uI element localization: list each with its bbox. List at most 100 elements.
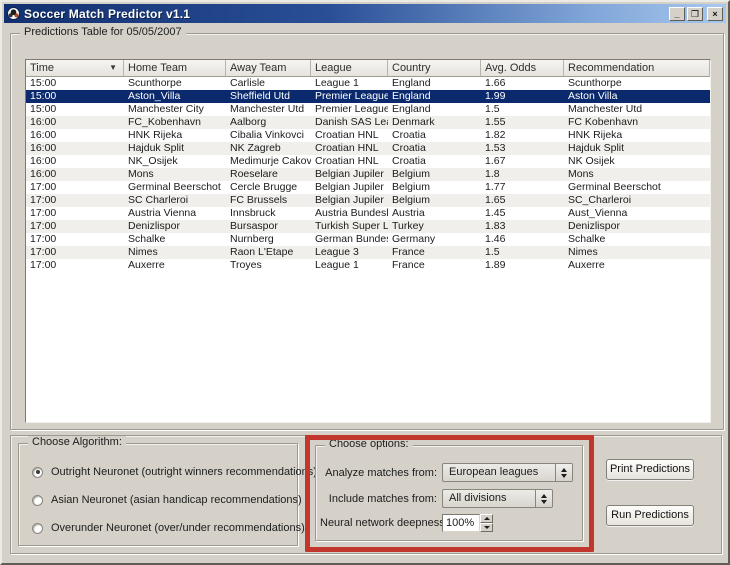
algorithm-group-title: Choose Algorithm: xyxy=(28,436,126,448)
table-cell: Belgium xyxy=(392,168,430,180)
predictions-table[interactable]: Time ▼ Home Team Away Team League Country Avg.… xyxy=(25,59,711,423)
column-header-league[interactable]: League xyxy=(311,60,388,77)
table-cell: FC Brussels xyxy=(230,194,288,206)
table-cell: Nimes xyxy=(568,246,598,258)
table-cell: Scunthorpe xyxy=(128,77,182,89)
table-cell: Belgian Jupiler xyxy=(315,194,384,206)
algorithm-radio-option[interactable]: Outright Neuronet (outright winners reco… xyxy=(32,465,317,479)
table-cell: Austria Vienna xyxy=(128,207,197,219)
table-cell: Roeselare xyxy=(230,168,278,180)
algorithm-radio-option[interactable]: Overunder Neuronet (over/under recommend… xyxy=(32,521,305,535)
predictions-group: Predictions Table for 05/05/2007 Time ▼ Ho… xyxy=(10,26,724,430)
table-row[interactable]: 17:00 Germinal Beerschot Cercle Brugge Belg… xyxy=(26,181,710,194)
table-cell: Aalborg xyxy=(230,116,267,128)
table-cell: 1.99 xyxy=(485,90,506,102)
table-row[interactable]: 17:00 Nimes Raon L'Etape League 3 France 1.5 N… xyxy=(26,246,710,259)
table-row[interactable]: 16:00 Hajduk Split NK Zagreb Croatian HNL Cr… xyxy=(26,142,710,155)
table-cell: Danish SAS League xyxy=(315,116,388,128)
table-cell: 1.5 xyxy=(485,246,500,258)
table-cell: Belgium xyxy=(392,194,430,206)
table-cell: SC_Charleroi xyxy=(568,194,632,206)
table-row[interactable]: 17:00 SC Charleroi FC Brussels Belgian Jupi… xyxy=(26,194,710,207)
table-cell: Austria xyxy=(392,207,425,219)
maximize-button[interactable]: ❐ xyxy=(687,6,703,21)
table-cell: 17:00 xyxy=(30,220,57,232)
table-cell: Medimurje Cakovec xyxy=(230,155,311,167)
table-cell: 17:00 xyxy=(30,181,57,193)
field-label: Neural network deepness: xyxy=(320,517,448,529)
spinner-value[interactable]: 100% xyxy=(442,514,480,532)
table-cell: 1.5 xyxy=(485,103,500,115)
table-row[interactable]: 16:00 Mons Roeselare Belgian Jupiler Belgium… xyxy=(26,168,710,181)
table-cell: HNK Rijeka xyxy=(128,129,183,141)
table-cell: Denmark xyxy=(392,116,435,128)
radio-unselected-icon[interactable] xyxy=(32,522,43,534)
table-cell: England xyxy=(392,90,431,102)
algorithm-radio-option[interactable]: Asian Neuronet (asian handicap recommend… xyxy=(32,493,302,507)
column-header-avg-odds[interactable]: Avg. Odds xyxy=(481,60,564,77)
spin-up-button[interactable] xyxy=(480,514,493,523)
options-field-row: Neural network deepness: 100% xyxy=(320,514,578,532)
options-group-title: Choose options: xyxy=(325,438,413,450)
dropdown-include-matches[interactable]: All divisions xyxy=(442,489,553,508)
table-cell: Schalke xyxy=(128,233,166,245)
field-label: Include matches from: xyxy=(328,492,437,505)
run-predictions-button[interactable]: Run Predictions xyxy=(606,505,694,526)
dropdown-analyze-matches[interactable]: European leagues xyxy=(442,463,573,482)
table-cell: Manchester City xyxy=(128,103,204,115)
table-cell: Schalke xyxy=(568,233,606,245)
table-row[interactable]: 15:00 Manchester City Manchester Utd Premie… xyxy=(26,103,710,116)
table-cell: 1.8 xyxy=(485,168,500,180)
table-cell: Sheffield Utd xyxy=(230,90,290,102)
table-row[interactable]: 17:00 Denizlispor Bursaspor Turkish Super L… xyxy=(26,220,710,233)
table-cell: Aust_Vienna xyxy=(568,207,628,219)
table-row[interactable]: 16:00 NK_Osijek Medimurje Cakovec Croatian … xyxy=(26,155,710,168)
column-header-country[interactable]: Country xyxy=(388,60,481,77)
table-cell: Belgian Jupiler xyxy=(315,181,384,193)
table-cell: 1.65 xyxy=(485,194,506,206)
table-cell: 1.53 xyxy=(485,142,506,154)
column-header-recommendation[interactable]: Recommendation xyxy=(564,60,710,77)
table-cell: Premier League xyxy=(315,90,388,102)
minimize-button[interactable]: _ xyxy=(669,6,685,21)
table-cell: Troyes xyxy=(230,259,262,271)
table-cell: Denizlispor xyxy=(128,220,180,232)
print-predictions-button[interactable]: Print Predictions xyxy=(606,459,694,480)
table-cell: League 1 xyxy=(315,77,359,89)
table-cell: Austria Bundesliga xyxy=(315,207,388,219)
table-cell: 17:00 xyxy=(30,207,57,219)
updown-arrows-icon[interactable] xyxy=(535,490,552,507)
table-cell: England xyxy=(392,103,431,115)
table-cell: Croatia xyxy=(392,142,426,154)
table-cell: Croatian HNL xyxy=(315,142,379,154)
table-cell: Bursaspor xyxy=(230,220,278,232)
table-row[interactable]: 16:00 FC_Kobenhavn Aalborg Danish SAS Leagu… xyxy=(26,116,710,129)
table-cell: 1.45 xyxy=(485,207,506,219)
spin-down-button[interactable] xyxy=(480,523,493,532)
table-row[interactable]: 15:00 Aston_Villa Sheffield Utd Premier Lea… xyxy=(26,90,710,103)
table-cell: Turkish Super Lea... xyxy=(315,220,388,232)
table-body: 15:00 Scunthorpe Carlisle League 1 England 1.… xyxy=(26,77,710,272)
table-cell: NK_Osijek xyxy=(128,155,178,167)
table-row[interactable]: 17:00 Auxerre Troyes League 1 France 1.89 Auxe… xyxy=(26,259,710,272)
column-header-away-team[interactable]: Away Team xyxy=(226,60,311,77)
close-button[interactable]: × xyxy=(707,6,723,21)
table-cell: Mons xyxy=(568,168,594,180)
updown-arrows-icon[interactable] xyxy=(555,464,572,481)
field-label: Analyze matches from: xyxy=(325,466,437,479)
table-row[interactable]: 17:00 Austria Vienna Innsbruck Austria Bund… xyxy=(26,207,710,220)
table-row[interactable]: 15:00 Scunthorpe Carlisle League 1 England 1.… xyxy=(26,77,710,90)
table-cell: 17:00 xyxy=(30,233,57,245)
window-title: Soccer Match Predictor v1.1 xyxy=(24,6,191,21)
radio-unselected-icon[interactable] xyxy=(32,494,43,506)
table-row[interactable]: 16:00 HNK Rijeka Cibalia Vinkovci Croatian … xyxy=(26,129,710,142)
deepness-spinner[interactable]: 100% xyxy=(442,514,493,532)
table-row[interactable]: 17:00 Schalke Nurnberg German Bundesliga Ger… xyxy=(26,233,710,246)
radio-selected-icon[interactable] xyxy=(32,466,43,478)
table-cell: Nurnberg xyxy=(230,233,274,245)
column-header-home-team[interactable]: Home Team xyxy=(124,60,226,77)
column-header-time[interactable]: Time ▼ xyxy=(26,60,124,77)
options-field-row: Include matches from: All divisions xyxy=(320,489,578,508)
radio-label: Asian Neuronet (asian handicap recommend… xyxy=(51,494,302,506)
table-cell: SC Charleroi xyxy=(128,194,189,206)
